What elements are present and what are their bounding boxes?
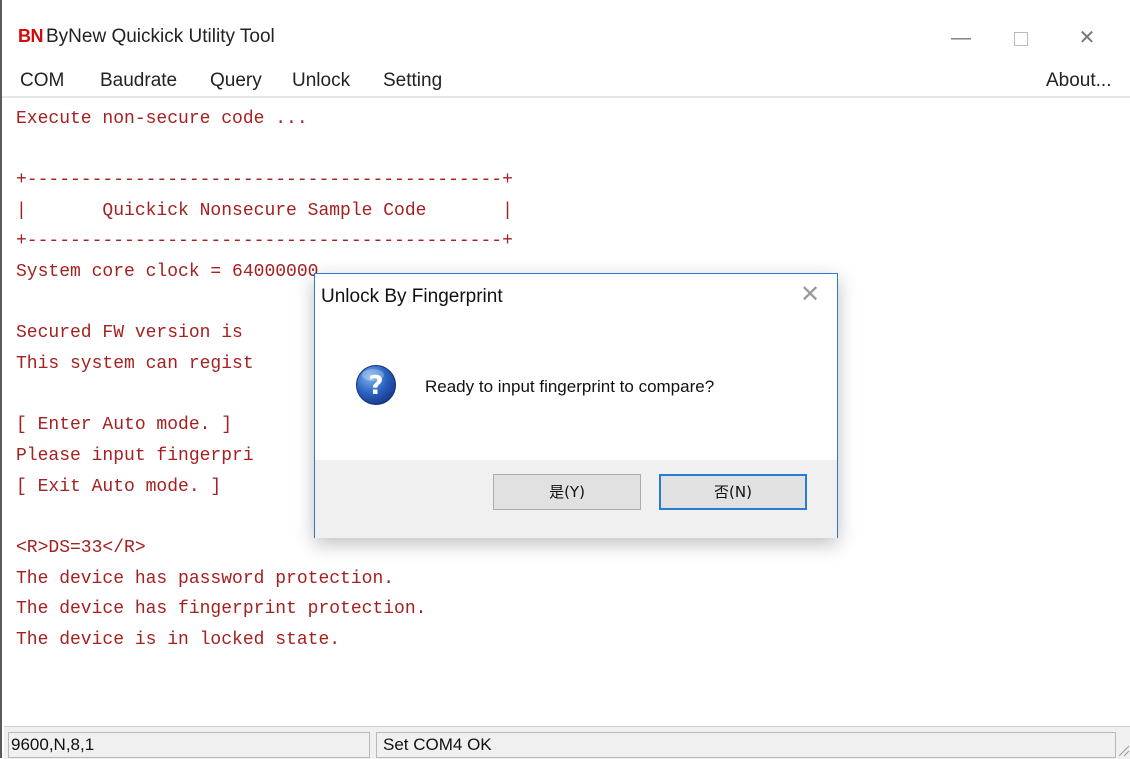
console-line: Execute non-secure code ... [16,109,308,129]
svg-text:?: ? [368,371,383,401]
menu-divider [2,96,1130,98]
no-button[interactable]: 否(N) [659,474,807,510]
console-line: This system can regist [16,354,254,374]
menu-about[interactable]: About... [1046,70,1112,92]
maximize-button[interactable] [998,18,1044,58]
resize-grip-icon[interactable] [1116,743,1130,757]
status-message: Set COM4 OK [376,732,1116,758]
console-line: Please input fingerpri [16,446,254,466]
menu-query[interactable]: Query [210,70,262,92]
console-line: +---------------------------------------… [16,231,513,251]
console-line: The device has fingerprint protection. [16,599,427,619]
console-line: <R>DS=33</R> [16,538,146,558]
minimize-button[interactable]: — [938,18,984,58]
console-line: [ Enter Auto mode. ] [16,415,233,435]
status-bar: 9600,N,8,1 Set COM4 OK [4,726,1130,759]
status-serial-settings: 9600,N,8,1 [8,732,370,758]
menu-unlock[interactable]: Unlock [292,70,350,92]
close-button[interactable]: ✕ [1064,18,1110,58]
console-line: The device has password protection. [16,569,395,589]
dialog-title: Unlock By Fingerprint [321,286,503,307]
maximize-icon [1014,31,1028,46]
menu-com[interactable]: COM [20,70,64,92]
title-bar[interactable]: BN ByNew Quickick Utility Tool — ✕ [2,0,1130,60]
dialog-message: Ready to input fingerprint to compare? [425,377,715,396]
menu-bar: COM Baudrate Query Unlock Setting About.… [2,64,1130,98]
question-icon: ? [356,365,396,405]
window-title: ByNew Quickick Utility Tool [46,26,275,47]
console-line: +---------------------------------------… [16,170,513,190]
console-line: | Quickick Nonsecure Sample Code | [16,201,513,221]
dialog-close-button[interactable]: ✕ [795,280,825,310]
console-line: The device is in locked state. [16,630,341,650]
app-logo: BN [18,26,44,46]
menu-baudrate[interactable]: Baudrate [100,70,177,92]
unlock-fingerprint-dialog: Unlock By Fingerprint ✕ ? Ready to input… [314,273,838,538]
console-line: System core clock = 64000000 [16,262,319,282]
yes-button[interactable]: 是(Y) [493,474,641,510]
dialog-footer: 是(Y) 否(N) [315,460,837,538]
console-line: Secured FW version is [16,323,243,343]
menu-setting[interactable]: Setting [383,70,442,92]
console-line: [ Exit Auto mode. ] [16,477,222,497]
